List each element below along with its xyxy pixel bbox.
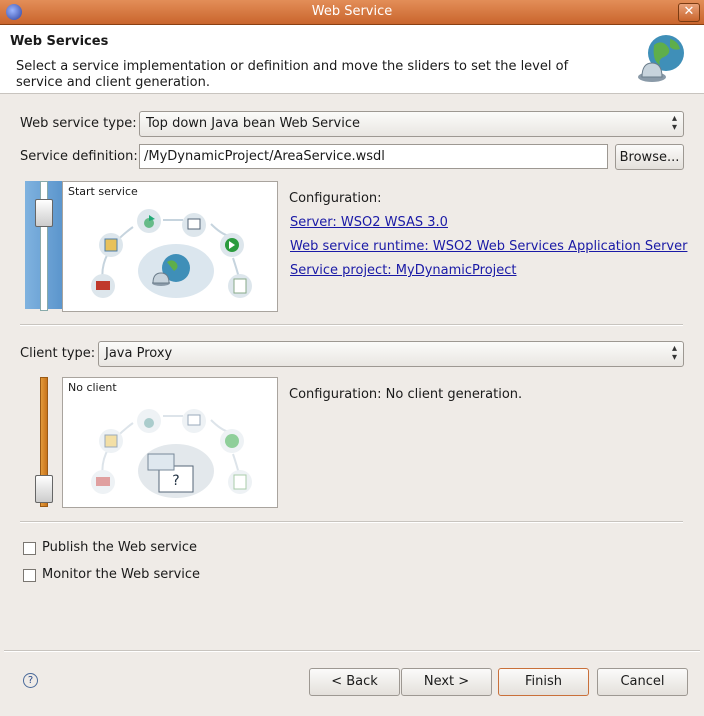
monitor-checkbox[interactable] [23,569,36,582]
cancel-button-label: Cancel [620,674,665,689]
publish-checkbox[interactable] [23,542,36,555]
service-level-slider-track[interactable] [25,181,63,311]
finish-button[interactable]: Finish [498,668,589,696]
publish-label[interactable]: Publish the Web service [42,540,197,555]
client-type-select[interactable]: Java Proxy ▴ ▾ [98,341,684,367]
wizard-header: Web Services Select a service implementa… [0,25,704,94]
help-icon[interactable]: ? [23,673,38,688]
service-slider-thumb[interactable] [35,199,53,227]
title-bar: Web Service ✕ [0,0,704,25]
service-level-illustration [91,209,252,298]
monitor-label[interactable]: Monitor the Web service [42,567,200,582]
web-service-type-select[interactable]: Top down Java bean Web Service ▴ ▾ [139,111,684,137]
updown-arrow-icon: ▴ ▾ [671,113,677,133]
next-button-label: Next > [423,674,470,689]
svg-text:?: ? [172,473,179,489]
server-link[interactable]: Server: WSO2 WSAS 3.0 [290,215,448,230]
client-configuration-text: Configuration: No client generation. [289,387,523,402]
browse-button-label: Browse... [619,150,680,165]
web-service-type-label: Web service type: [20,116,137,131]
service-project-link[interactable]: Service project: MyDynamicProject [290,263,517,278]
service-configuration-label: Configuration: [289,191,382,206]
finish-button-label: Finish [524,674,562,689]
close-button[interactable]: ✕ [678,3,700,22]
separator-1 [20,324,683,326]
web-service-runtime-link[interactable]: Web service runtime: WSO2 Web Services A… [290,239,687,254]
service-definition-field[interactable]: /MyDynamicProject/AreaService.wsdl [139,144,608,169]
service-definition-label: Service definition: [20,149,138,164]
browse-button[interactable]: Browse... [615,144,684,170]
client-type-label: Client type: [20,346,96,361]
next-button[interactable]: Next > [401,668,492,696]
separator-2 [20,521,683,523]
client-level-panel: No client ? [62,377,278,508]
client-slider-thumb[interactable] [35,475,53,503]
service-level-panel: Start service [62,181,278,312]
service-definition-value: /MyDynamicProject/AreaService.wsdl [144,149,385,164]
page-description: Select a service implementation or defin… [16,59,569,90]
web-service-type-value: Top down Java bean Web Service [146,116,360,131]
back-button-label: < Back [331,674,378,689]
client-level-slider-track[interactable] [25,377,63,507]
cancel-button[interactable]: Cancel [597,668,688,696]
updown-arrow-icon: ▴ ▾ [671,343,677,363]
page-title: Web Services [10,34,109,49]
back-button[interactable]: < Back [309,668,400,696]
client-type-value: Java Proxy [105,346,173,361]
client-level-illustration: ? [91,409,252,498]
close-icon: ✕ [683,4,695,19]
window-title: Web Service [311,4,393,19]
separator-3 [4,650,700,652]
globe-bell-icon [638,35,684,82]
